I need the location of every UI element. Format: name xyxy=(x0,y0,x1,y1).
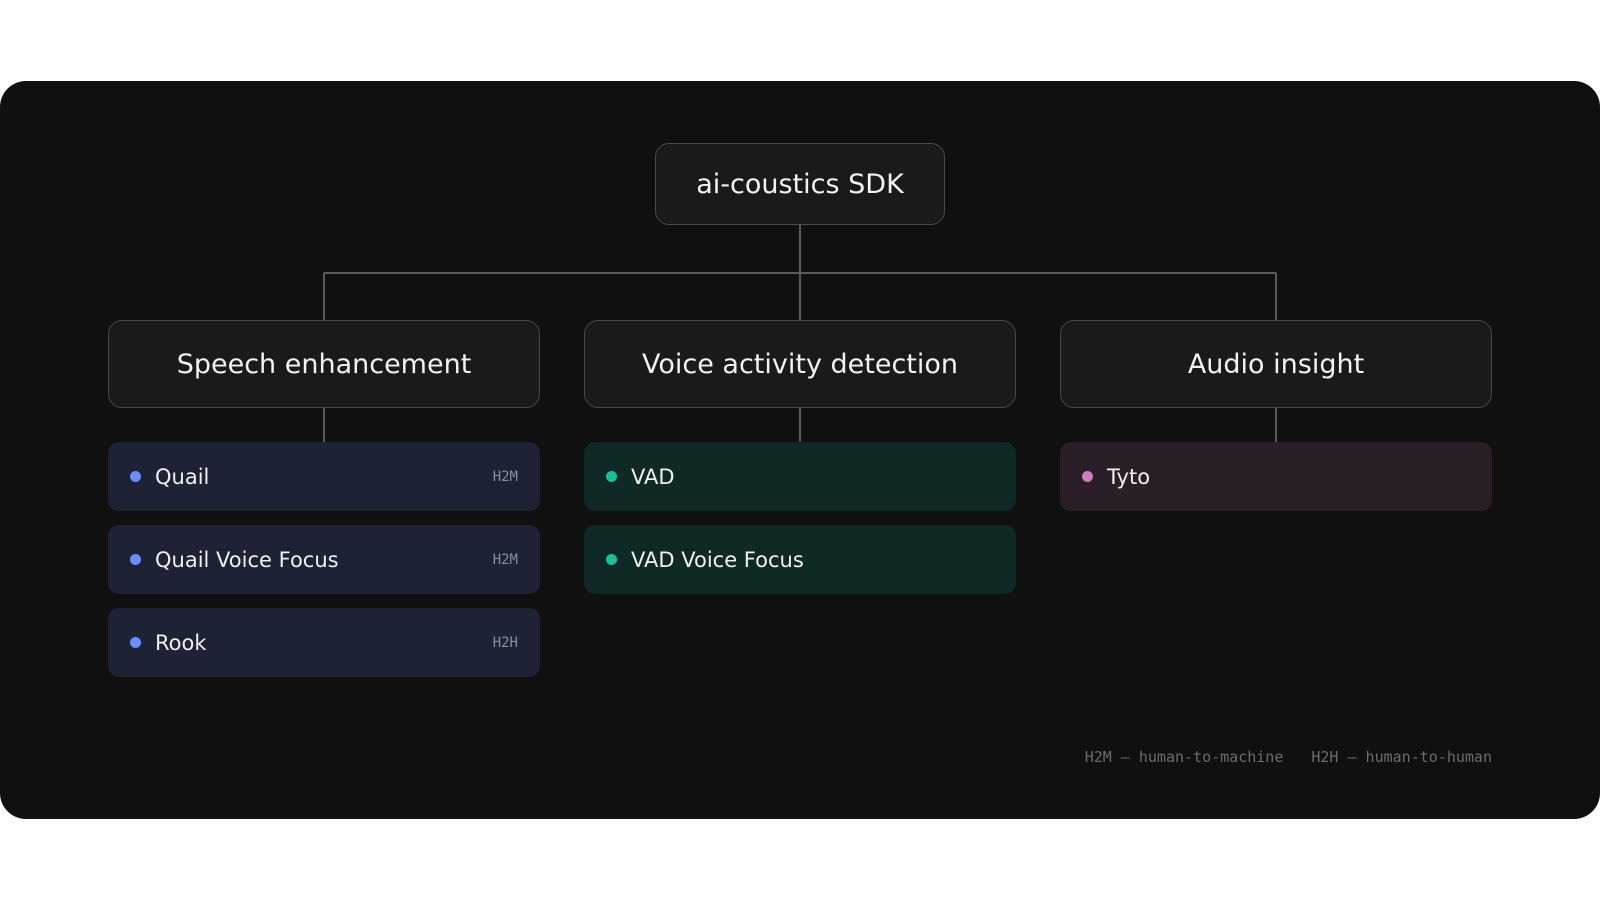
item-label: VAD xyxy=(631,464,675,489)
item-label: Tyto xyxy=(1107,464,1151,489)
item-quail: Quail H2M xyxy=(108,442,540,511)
root-node: ai-coustics SDK xyxy=(655,143,945,225)
bullet-dot-icon xyxy=(130,471,141,482)
item-tag: H2M xyxy=(492,551,518,568)
item-label: Rook xyxy=(155,630,207,655)
bullet-dot-icon xyxy=(606,471,617,482)
item-rook: Rook H2H xyxy=(108,608,540,677)
item-tyto: Tyto xyxy=(1060,442,1492,511)
category-voice-activity-detection: Voice activity detection xyxy=(584,320,1016,408)
category-speech-enhancement: Speech enhancement xyxy=(108,320,540,408)
diagram-panel: ai-coustics SDK Speech enhancement Quail… xyxy=(0,81,1600,819)
item-vad-voice-focus: VAD Voice Focus xyxy=(584,525,1016,594)
item-label: Quail Voice Focus xyxy=(155,547,339,572)
category-audio-insight: Audio insight xyxy=(1060,320,1492,408)
item-tag: H2M xyxy=(492,468,518,485)
item-label: Quail xyxy=(155,464,210,489)
item-quail-voice-focus: Quail Voice Focus H2M xyxy=(108,525,540,594)
legend-h2h: H2H — human-to-human xyxy=(1311,748,1492,766)
bullet-dot-icon xyxy=(1082,471,1093,482)
item-tag: H2H xyxy=(492,634,518,651)
bullet-dot-icon xyxy=(130,554,141,565)
bullet-dot-icon xyxy=(130,637,141,648)
item-vad: VAD xyxy=(584,442,1016,511)
legend-h2m: H2M — human-to-machine xyxy=(1084,748,1284,766)
item-label: VAD Voice Focus xyxy=(631,547,804,572)
legend: H2M — human-to-machine H2H — human-to-hu… xyxy=(1085,748,1492,766)
bullet-dot-icon xyxy=(606,554,617,565)
